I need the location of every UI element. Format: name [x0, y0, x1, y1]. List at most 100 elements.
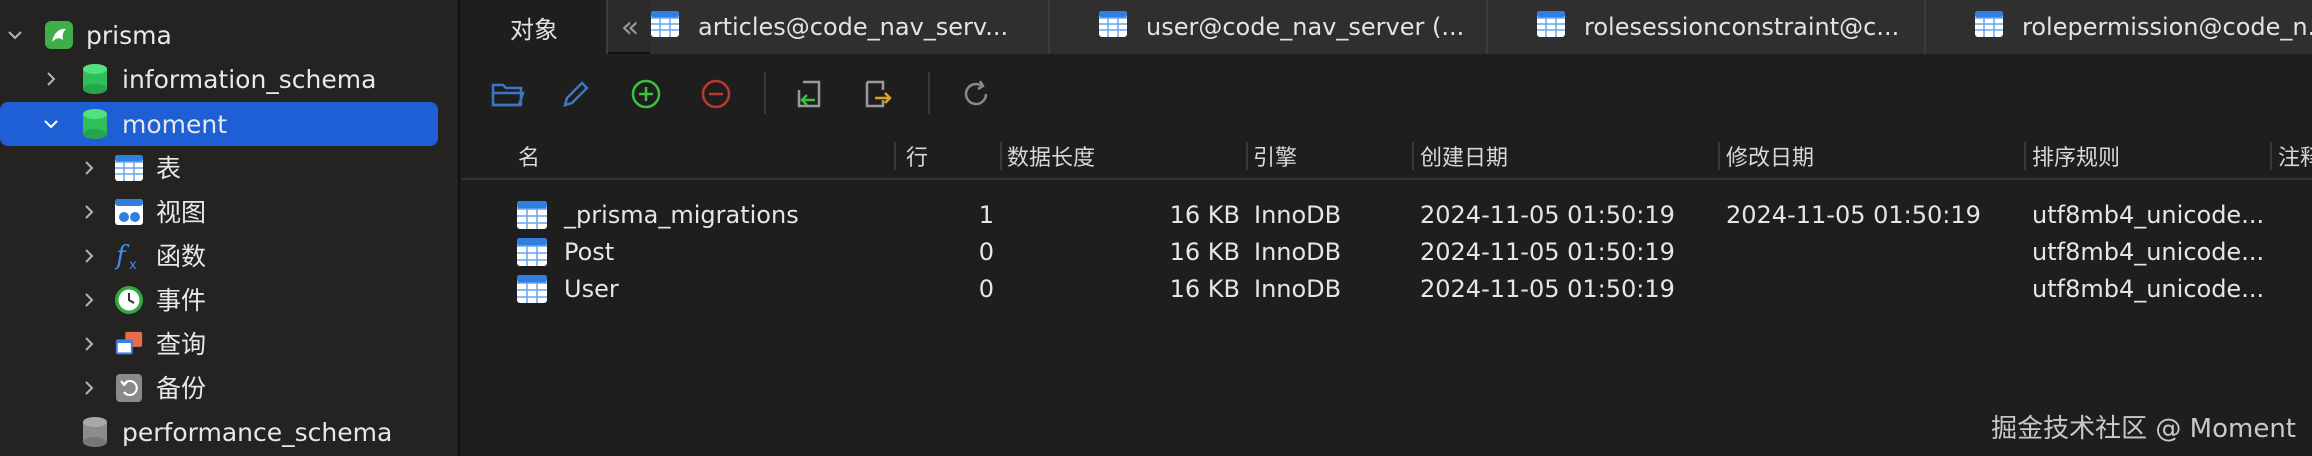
toolbar-separator	[764, 72, 766, 114]
column-resize-handle[interactable]	[894, 142, 896, 170]
tree-item-views[interactable]: 视图	[0, 190, 460, 234]
cell-collation: utf8mb4_unicode...	[2032, 274, 2265, 303]
column-header-engine[interactable]: 引擎	[1253, 132, 1297, 180]
import-button[interactable]	[790, 74, 830, 114]
tab-user[interactable]: user@code_nav_server (...	[1050, 0, 1488, 54]
column-header-name[interactable]: 名	[518, 132, 540, 180]
svg-text:x: x	[129, 258, 137, 272]
pencil-icon	[563, 81, 589, 107]
table-icon	[1974, 10, 2004, 44]
tree-item-label: information_schema	[122, 64, 377, 94]
tree-item-queries[interactable]: 查询	[0, 322, 460, 366]
chevron-right-icon[interactable]	[78, 289, 100, 311]
design-table-button[interactable]	[556, 74, 596, 114]
cell-created: 2024-11-05 01:50:19	[1420, 200, 1675, 229]
cell-engine: InnoDB	[1254, 237, 1342, 266]
database-icon	[80, 63, 110, 95]
column-resize-handle[interactable]	[2024, 142, 2026, 170]
column-resize-handle[interactable]	[1718, 142, 1720, 170]
table-icon	[516, 237, 548, 271]
column-resize-handle[interactable]	[1000, 142, 1002, 170]
table-row[interactable]: _prisma_migrations 1 16 KB InnoDB 2024-1…	[462, 196, 2312, 233]
chevron-down-icon[interactable]	[4, 24, 26, 46]
table-row[interactable]: User 0 16 KB InnoDB 2024-11-05 01:50:19 …	[462, 270, 2312, 307]
mysql-connection-icon	[44, 19, 74, 51]
tab-scroll-left-icon[interactable]: «	[610, 0, 650, 54]
tab-objects[interactable]: 对象	[462, 0, 608, 54]
connection-sidebar: prisma information_schema moment 表 视图 f …	[0, 0, 460, 456]
cell-rows: 0	[978, 274, 994, 303]
refresh-button[interactable]	[956, 74, 996, 114]
tree-item-moment[interactable]: moment	[0, 102, 438, 146]
chevron-right-icon[interactable]	[78, 377, 100, 399]
tab-rolesessionconstraint[interactable]: rolesessionconstraint@c...	[1488, 0, 1926, 54]
object-toolbar	[462, 56, 2312, 132]
tab-rolepermission[interactable]: rolepermission@code_n...	[1926, 0, 2312, 54]
tree-item-label: moment	[122, 109, 228, 139]
tab-bar: 对象 « articles@code_nav_serv... user@code…	[462, 0, 2312, 54]
new-table-button[interactable]	[626, 74, 666, 114]
cell-collation: utf8mb4_unicode...	[2032, 200, 2265, 229]
chevron-right-icon[interactable]	[78, 245, 100, 267]
column-header-modified[interactable]: 修改日期	[1726, 132, 1814, 180]
tab-label: rolepermission@code_n...	[2022, 13, 2312, 41]
view-icon	[114, 196, 144, 228]
column-resize-handle[interactable]	[1246, 142, 1248, 170]
tab-label: articles@code_nav_serv...	[698, 13, 1009, 41]
chevron-right-icon[interactable]	[40, 68, 62, 90]
clock-icon	[114, 284, 144, 316]
tab-label: 对象	[510, 15, 558, 44]
cell-name: _prisma_migrations	[564, 200, 799, 229]
tree-item-label: 函数	[156, 241, 207, 271]
column-header-created[interactable]: 创建日期	[1420, 132, 1508, 180]
column-header-collation[interactable]: 排序规则	[2032, 132, 2120, 180]
tree-item-performance-schema[interactable]: performance_schema	[0, 410, 460, 454]
folder-icon	[491, 83, 525, 107]
column-resize-handle[interactable]	[2270, 142, 2272, 170]
delete-table-button[interactable]	[696, 74, 736, 114]
table-icon	[516, 200, 548, 234]
table-icon	[114, 152, 144, 184]
tree-item-label: 事件	[156, 285, 207, 315]
tree-item-label: 备份	[156, 373, 207, 403]
chevron-right-icon[interactable]	[78, 201, 100, 223]
tree-item-prisma[interactable]: prisma	[0, 13, 460, 57]
tab-articles[interactable]: articles@code_nav_serv...	[650, 0, 1050, 54]
tree-item-tables[interactable]: 表	[0, 146, 460, 190]
cell-rows: 0	[978, 237, 994, 266]
cell-engine: InnoDB	[1254, 200, 1342, 229]
cell-data-length: 16 KB	[1169, 237, 1240, 266]
tree-item-functions[interactable]: fx 函数	[0, 234, 460, 278]
function-icon: fx	[114, 240, 144, 272]
column-resize-handle[interactable]	[1412, 142, 1414, 170]
tree-item-label: 查询	[156, 329, 207, 359]
cell-name: Post	[564, 237, 615, 266]
database-icon	[80, 108, 110, 140]
cell-collation: utf8mb4_unicode...	[2032, 237, 2265, 266]
watermark: 掘金技术社区 @ Moment	[1991, 414, 2296, 444]
tab-label: user@code_nav_server (...	[1146, 13, 1465, 41]
tree-item-backups[interactable]: 备份	[0, 366, 460, 410]
database-icon	[80, 416, 110, 448]
column-header-comment[interactable]: 注释	[2278, 132, 2312, 180]
export-button[interactable]	[858, 74, 898, 114]
cell-created: 2024-11-05 01:50:19	[1420, 237, 1675, 266]
chevron-right-icon[interactable]	[78, 333, 100, 355]
chevron-down-icon[interactable]	[40, 113, 62, 135]
column-header-data-length[interactable]: 数据长度	[1007, 132, 1095, 180]
chevron-right-icon[interactable]	[78, 157, 100, 179]
tree-item-events[interactable]: 事件	[0, 278, 460, 322]
column-header-rows[interactable]: 行	[906, 132, 928, 180]
tree-item-label: 视图	[156, 197, 207, 227]
cell-data-length: 16 KB	[1169, 274, 1240, 303]
open-table-button[interactable]	[488, 74, 528, 114]
plus-circle-icon	[631, 79, 661, 109]
tree-item-information-schema[interactable]: information_schema	[0, 57, 460, 101]
table-row[interactable]: Post 0 16 KB InnoDB 2024-11-05 01:50:19 …	[462, 233, 2312, 270]
tab-label: rolesessionconstraint@c...	[1584, 13, 1900, 41]
object-table-body: _prisma_migrations 1 16 KB InnoDB 2024-1…	[462, 192, 2312, 322]
svg-text:f: f	[114, 241, 130, 271]
refresh-icon	[964, 80, 988, 106]
minus-circle-icon	[701, 79, 731, 109]
object-table-header: 名 行 数据长度 引擎 创建日期 修改日期 排序规则 注释	[462, 132, 2312, 180]
